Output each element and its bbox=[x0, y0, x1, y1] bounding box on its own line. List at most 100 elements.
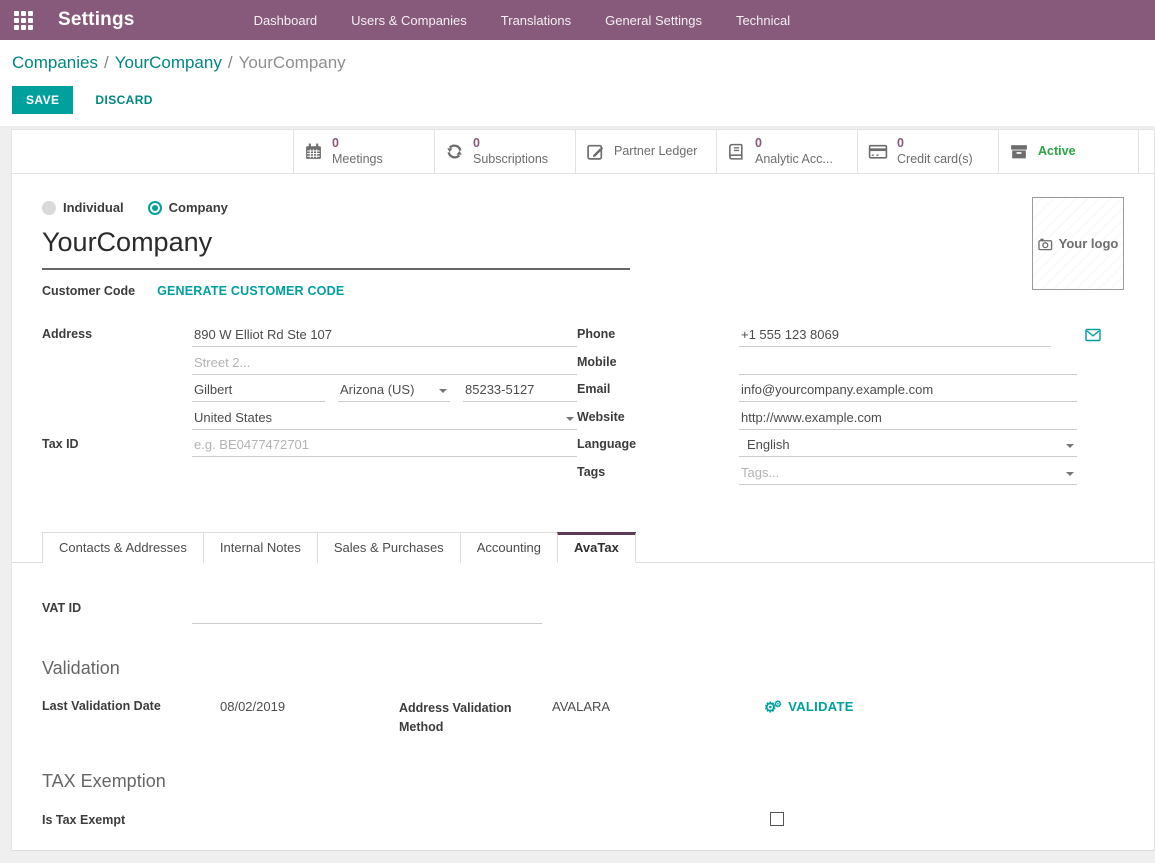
meetings-count: 0 bbox=[332, 136, 383, 152]
last-validation-date-label: Last Validation Date bbox=[42, 699, 220, 713]
chevron-down-icon bbox=[1066, 472, 1074, 476]
radio-individual[interactable]: Individual bbox=[42, 200, 124, 215]
analytic-accounts-button[interactable]: 0 Analytic Acc... bbox=[716, 130, 857, 173]
active-toggle-button[interactable]: Active bbox=[998, 130, 1139, 173]
address-label: Address bbox=[42, 324, 192, 341]
phone-label: Phone bbox=[577, 324, 739, 341]
logo-placeholder-label: Your logo bbox=[1059, 236, 1119, 251]
form-sheet: 0 Meetings 0 Subscriptions bbox=[11, 129, 1155, 851]
generate-customer-code-link[interactable]: GENERATE CUSTOMER CODE bbox=[157, 284, 344, 298]
app-title[interactable]: Settings bbox=[58, 9, 135, 31]
mobile-label: Mobile bbox=[577, 352, 739, 369]
tax-id-placeholder: e.g. BE0477472701 bbox=[194, 437, 309, 452]
breadcrumb-separator: / bbox=[228, 53, 233, 72]
credit-cards-button[interactable]: 0 Credit card(s) bbox=[857, 130, 998, 173]
refresh-icon bbox=[445, 142, 464, 161]
apps-menu-button[interactable] bbox=[0, 0, 46, 40]
address-validation-method-label: Address Validation Method bbox=[399, 699, 552, 737]
last-validation-date-value[interactable]: 08/02/2019 bbox=[220, 699, 399, 714]
breadcrumb-yourcompany[interactable]: YourCompany bbox=[115, 53, 222, 72]
main-content-area: 0 Meetings 0 Subscriptions bbox=[0, 126, 1155, 849]
camera-icon bbox=[1038, 237, 1053, 251]
nav-menu-users-companies[interactable]: Users & Companies bbox=[334, 0, 484, 40]
tab-internal-notes[interactable]: Internal Notes bbox=[203, 532, 318, 563]
radio-individual-circle[interactable] bbox=[42, 201, 56, 215]
tags-placeholder: Tags... bbox=[741, 465, 779, 480]
vat-id-label: VAT ID bbox=[42, 601, 192, 624]
zip-input[interactable]: 85233-5127 bbox=[463, 379, 577, 402]
cogs-icon: ⚙⚙ bbox=[764, 700, 785, 714]
tax-id-input[interactable]: e.g. BE0477472701 bbox=[192, 434, 577, 457]
tax-id-label: Tax ID bbox=[42, 434, 192, 451]
partner-ledger-label: Partner Ledger bbox=[614, 144, 697, 160]
vat-id-input[interactable] bbox=[192, 601, 542, 624]
tab-sales-purchases[interactable]: Sales & Purchases bbox=[317, 532, 461, 563]
breadcrumb-companies[interactable]: Companies bbox=[12, 53, 98, 72]
street2-input[interactable]: Street 2... bbox=[192, 352, 577, 375]
nav-menu-general-settings[interactable]: General Settings bbox=[588, 0, 719, 40]
tags-label: Tags bbox=[577, 462, 739, 479]
company-logo-upload[interactable]: Your logo bbox=[1032, 197, 1124, 290]
phone-input[interactable]: +1 555 123 8069 bbox=[739, 324, 1051, 347]
nav-menu-technical[interactable]: Technical bbox=[719, 0, 807, 40]
city-input[interactable]: Gilbert bbox=[192, 379, 325, 402]
radio-company[interactable]: Company bbox=[148, 200, 228, 215]
meetings-button[interactable]: 0 Meetings bbox=[293, 130, 434, 173]
validation-section-heading: Validation bbox=[42, 658, 1124, 679]
address-validation-method-value[interactable]: AVALARA bbox=[552, 699, 764, 714]
validate-button-label: VALIDATE bbox=[788, 699, 853, 714]
street-input[interactable]: 890 W Elliot Rd Ste 107 bbox=[192, 324, 577, 347]
credit-card-icon bbox=[868, 142, 888, 161]
subscriptions-count: 0 bbox=[473, 136, 548, 152]
envelope-icon[interactable] bbox=[1085, 328, 1101, 342]
company-name-input[interactable]: YourCompany bbox=[42, 227, 630, 270]
country-select[interactable]: United States bbox=[192, 407, 577, 430]
control-panel: Companies / YourCompany / YourCompany SAVE D… bbox=[0, 40, 1155, 126]
radio-individual-label: Individual bbox=[63, 200, 124, 215]
nav-menu-dashboard[interactable]: Dashboard bbox=[237, 0, 335, 40]
apps-grid-icon bbox=[14, 11, 33, 30]
chevron-down-icon bbox=[439, 389, 447, 393]
nav-menus: Dashboard Users & Companies Translations… bbox=[237, 0, 808, 40]
statusbar: 0 Meetings 0 Subscriptions bbox=[12, 130, 1154, 174]
meetings-label: Meetings bbox=[332, 152, 383, 168]
edit-square-icon bbox=[586, 142, 605, 161]
nav-menu-translations[interactable]: Translations bbox=[484, 0, 588, 40]
radio-company-label: Company bbox=[169, 200, 228, 215]
smart-buttons: 0 Meetings 0 Subscriptions bbox=[293, 130, 1139, 173]
is-tax-exempt-label: Is Tax Exempt bbox=[42, 812, 125, 827]
tax-exemption-section-heading: TAX Exemption bbox=[42, 771, 1124, 792]
language-label: Language bbox=[577, 434, 739, 451]
state-select[interactable]: Arizona (US) bbox=[338, 379, 450, 402]
tab-contacts-addresses[interactable]: Contacts & Addresses bbox=[42, 532, 204, 563]
breadcrumb-separator: / bbox=[104, 53, 109, 72]
is-tax-exempt-checkbox[interactable] bbox=[770, 812, 784, 826]
chevron-down-icon bbox=[1066, 444, 1074, 448]
radio-company-circle[interactable] bbox=[148, 201, 162, 215]
tab-accounting[interactable]: Accounting bbox=[460, 532, 558, 563]
breadcrumb-current: YourCompany bbox=[239, 53, 346, 72]
website-input[interactable]: http://www.example.com bbox=[739, 407, 1077, 430]
chevron-down-icon bbox=[566, 417, 574, 421]
tags-input[interactable]: Tags... bbox=[739, 462, 1077, 485]
validate-button[interactable]: ⚙⚙ VALIDATE bbox=[764, 699, 854, 714]
top-navbar: Settings Dashboard Users & Companies Tra… bbox=[0, 0, 1155, 40]
email-input[interactable]: info@yourcompany.example.com bbox=[739, 379, 1077, 402]
email-label: Email bbox=[577, 379, 739, 396]
analytic-accounts-count: 0 bbox=[755, 136, 833, 152]
calendar-icon bbox=[304, 142, 323, 161]
breadcrumb: Companies / YourCompany / YourCompany bbox=[12, 53, 1155, 73]
discard-button[interactable]: DISCARD bbox=[95, 93, 152, 107]
analytic-accounts-label: Analytic Acc... bbox=[755, 152, 833, 168]
credit-cards-count: 0 bbox=[897, 136, 973, 152]
notebook-tabs: Contacts & Addresses Internal Notes Sale… bbox=[12, 531, 1154, 563]
subscriptions-button[interactable]: 0 Subscriptions bbox=[434, 130, 575, 173]
mobile-input[interactable] bbox=[739, 352, 1077, 375]
tab-avatax[interactable]: AvaTax bbox=[557, 532, 636, 563]
partner-ledger-button[interactable]: Partner Ledger bbox=[575, 130, 716, 173]
language-select[interactable]: English bbox=[739, 434, 1077, 457]
active-label: Active bbox=[1038, 144, 1076, 160]
save-button[interactable]: SAVE bbox=[12, 86, 73, 114]
subscriptions-label: Subscriptions bbox=[473, 152, 548, 168]
credit-cards-label: Credit card(s) bbox=[897, 152, 973, 168]
